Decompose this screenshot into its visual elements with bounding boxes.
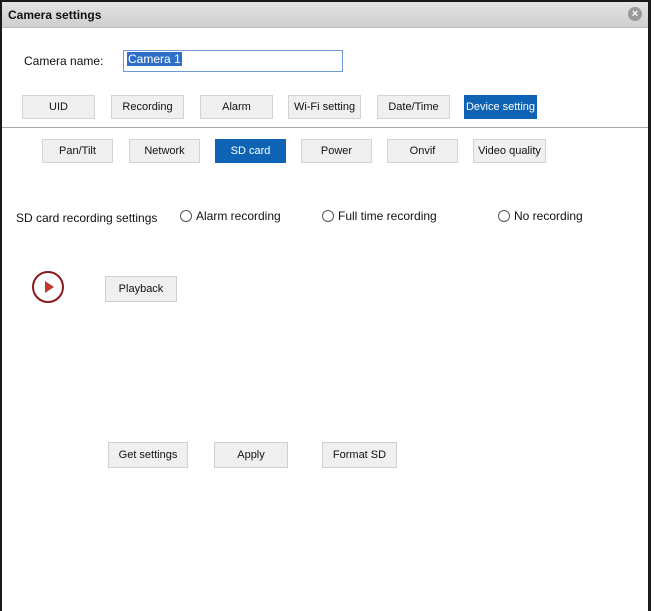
tab-wifi-setting[interactable]: Wi-Fi setting	[288, 95, 361, 119]
get-settings-button[interactable]: Get settings	[108, 442, 188, 468]
radio-no-recording[interactable]: No recording	[498, 209, 583, 223]
tab-date-time[interactable]: Date/Time	[377, 95, 450, 119]
window-title: Camera settings	[8, 8, 102, 22]
radio-circle	[498, 210, 510, 222]
apply-button[interactable]: Apply	[214, 442, 288, 468]
format-sd-button[interactable]: Format SD	[322, 442, 397, 468]
radio-circle	[180, 210, 192, 222]
tab-device-setting[interactable]: Device setting	[464, 95, 537, 119]
tab-recording[interactable]: Recording	[111, 95, 184, 119]
subtab-pan-tilt[interactable]: Pan/Tilt	[42, 139, 113, 163]
playback-button[interactable]: Playback	[105, 276, 177, 302]
tab-alarm[interactable]: Alarm	[200, 95, 273, 119]
camera-name-label: Camera name:	[24, 54, 104, 68]
radio-full-time-recording[interactable]: Full time recording	[322, 209, 437, 223]
tab-uid[interactable]: UID	[22, 95, 95, 119]
tab-separator	[2, 127, 648, 128]
radio-alarm-recording[interactable]: Alarm recording	[180, 209, 281, 223]
subtab-onvif[interactable]: Onvif	[387, 139, 458, 163]
subtab-power[interactable]: Power	[301, 139, 372, 163]
subtab-video-quality[interactable]: Video quality	[473, 139, 546, 163]
radio-full-time-recording-label: Full time recording	[338, 209, 437, 223]
subtab-sd-card[interactable]: SD card	[215, 139, 286, 163]
sd-recording-settings-label: SD card recording settings	[16, 211, 158, 225]
camera-name-value: Camera 1	[127, 52, 182, 66]
radio-alarm-recording-label: Alarm recording	[196, 209, 281, 223]
subtab-network[interactable]: Network	[129, 139, 200, 163]
play-icon[interactable]	[32, 271, 64, 303]
camera-settings-window: Camera settings × Camera name: Camera 1 …	[0, 0, 651, 611]
radio-no-recording-label: No recording	[514, 209, 583, 223]
title-bar: Camera settings ×	[2, 0, 648, 28]
camera-name-input[interactable]: Camera 1	[123, 50, 343, 72]
close-icon[interactable]: ×	[628, 7, 642, 21]
radio-circle	[322, 210, 334, 222]
